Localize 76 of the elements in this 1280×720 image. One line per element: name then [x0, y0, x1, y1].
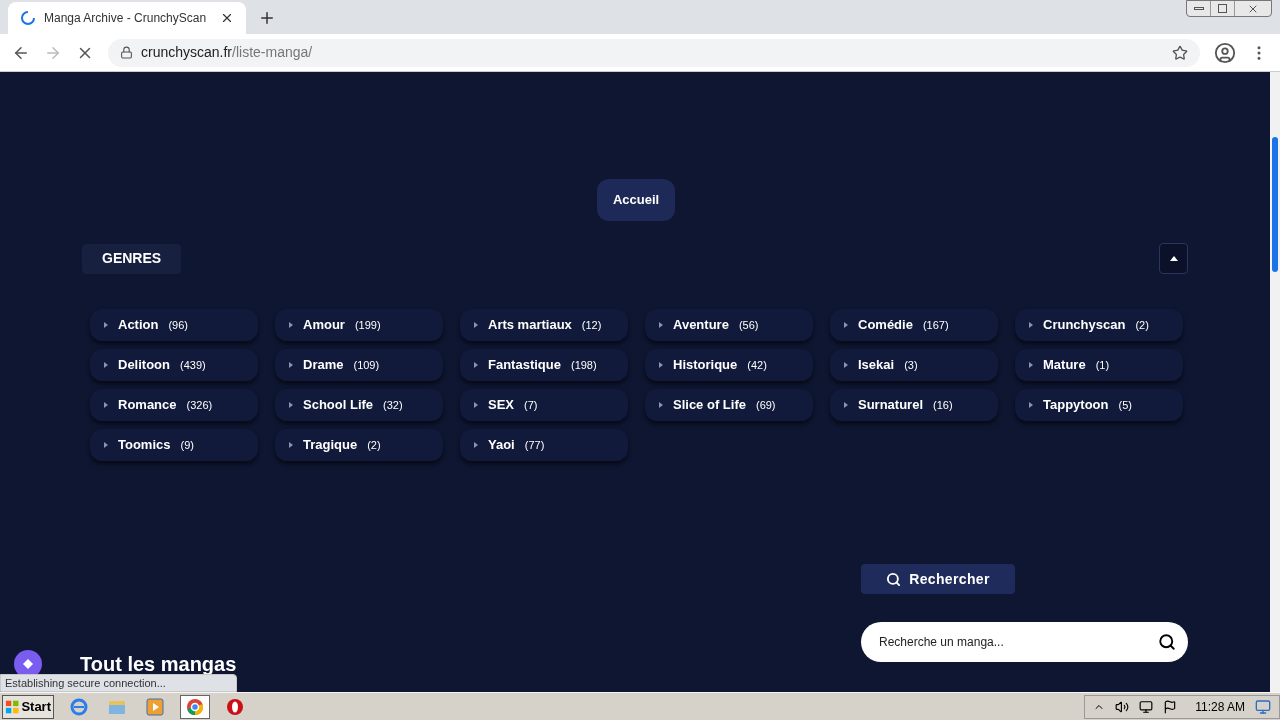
caret-right-icon [659, 322, 663, 328]
clock: 11:28 AM [1195, 698, 1245, 716]
caret-right-icon [659, 362, 663, 368]
caret-right-icon [289, 402, 293, 408]
folder-icon [108, 698, 126, 715]
genre-link[interactable]: Amour (199) [275, 309, 443, 341]
genre-link[interactable]: Tragique (2) [275, 429, 443, 461]
caret-right-icon [844, 402, 848, 408]
genres-tab[interactable]: GENRES [82, 243, 182, 274]
status-bubble: Establishing secure connection... [0, 674, 237, 692]
genre-link[interactable]: School Life (32) [275, 389, 443, 421]
caret-right-icon [474, 402, 478, 408]
caret-right-icon [289, 442, 293, 448]
url-text: crunchyscan.fr/liste-manga/ [141, 43, 313, 62]
start-button[interactable]: Start [2, 694, 54, 719]
caret-right-icon [474, 442, 478, 448]
caret-right-icon [104, 442, 108, 448]
genre-link[interactable]: Isekai (3) [830, 349, 998, 381]
caret-right-icon [1029, 322, 1033, 328]
genre-link[interactable]: Yaoi (77) [460, 429, 628, 461]
genre-link[interactable]: Mature (1) [1015, 349, 1183, 381]
taskbar-app[interactable] [180, 694, 210, 719]
new-tab-icon[interactable] [258, 9, 276, 27]
profile-icon[interactable] [1214, 41, 1236, 64]
show-desktop-icon[interactable] [1255, 698, 1271, 715]
caret-right-icon [844, 362, 848, 368]
lock-icon [120, 46, 133, 59]
genre-link[interactable]: Action (96) [90, 309, 258, 341]
page-heading: Tout les mangas [80, 654, 237, 674]
home-button[interactable]: Accueil [596, 179, 676, 221]
genre-link[interactable]: Drame (109) [275, 349, 443, 381]
genre-link[interactable]: Crunchyscan (2) [1015, 309, 1183, 341]
flag-icon[interactable] [1163, 699, 1178, 714]
loading-spinner-icon [20, 10, 36, 26]
genre-link[interactable]: Arts martiaux (12) [460, 309, 628, 341]
play-icon [146, 697, 164, 716]
collapse-button[interactable] [1159, 243, 1188, 274]
browser-tab[interactable]: Manga Archive - CrunchyScan [8, 2, 246, 34]
close-icon[interactable] [220, 11, 234, 25]
speaker-icon[interactable] [1115, 699, 1130, 714]
address-bar[interactable]: crunchyscan.fr/liste-manga/ [108, 38, 1200, 67]
caret-right-icon [289, 362, 293, 368]
globe-e-icon [70, 697, 88, 716]
caret-up-icon [1169, 256, 1178, 261]
genre-link[interactable]: Historique (42) [645, 349, 813, 381]
search-field[interactable]: Recherche un manga... [861, 622, 1188, 662]
chrome-icon [186, 697, 204, 716]
caret-right-icon [289, 322, 293, 328]
bookmark-star-icon[interactable] [1172, 44, 1188, 61]
caret-right-icon [104, 322, 108, 328]
caret-right-icon [844, 322, 848, 328]
tab-title: Manga Archive - CrunchyScan [44, 10, 208, 27]
genre-link[interactable]: Slice of Life (69) [645, 389, 813, 421]
caret-right-icon [474, 362, 478, 368]
caret-right-icon [1029, 402, 1033, 408]
caret-right-icon [474, 322, 478, 328]
diamond-icon [23, 659, 33, 669]
genre-link[interactable]: Romance (326) [90, 389, 258, 421]
genre-link[interactable]: Fantastique (198) [460, 349, 628, 381]
caret-right-icon [659, 402, 663, 408]
search-button[interactable]: Rechercher [861, 564, 1015, 594]
scrollbar[interactable] [1270, 72, 1280, 692]
genre-link[interactable]: Tappytoon (5) [1015, 389, 1183, 421]
genre-link[interactable]: Aventure (56) [645, 309, 813, 341]
genre-link[interactable]: Delitoon (439) [90, 349, 258, 381]
windows-logo-icon [5, 698, 20, 715]
genre-link[interactable]: Comédie (167) [830, 309, 998, 341]
search-icon [886, 571, 902, 587]
genre-link[interactable]: Toomics (9) [90, 429, 258, 461]
caret-right-icon [104, 362, 108, 368]
genre-link[interactable]: Surnaturel (16) [830, 389, 998, 421]
caret-right-icon [1029, 362, 1033, 368]
caret-right-icon [104, 402, 108, 408]
search-icon[interactable] [1158, 633, 1176, 651]
genre-link[interactable]: SEX (7) [460, 389, 628, 421]
opera-icon [226, 697, 244, 716]
